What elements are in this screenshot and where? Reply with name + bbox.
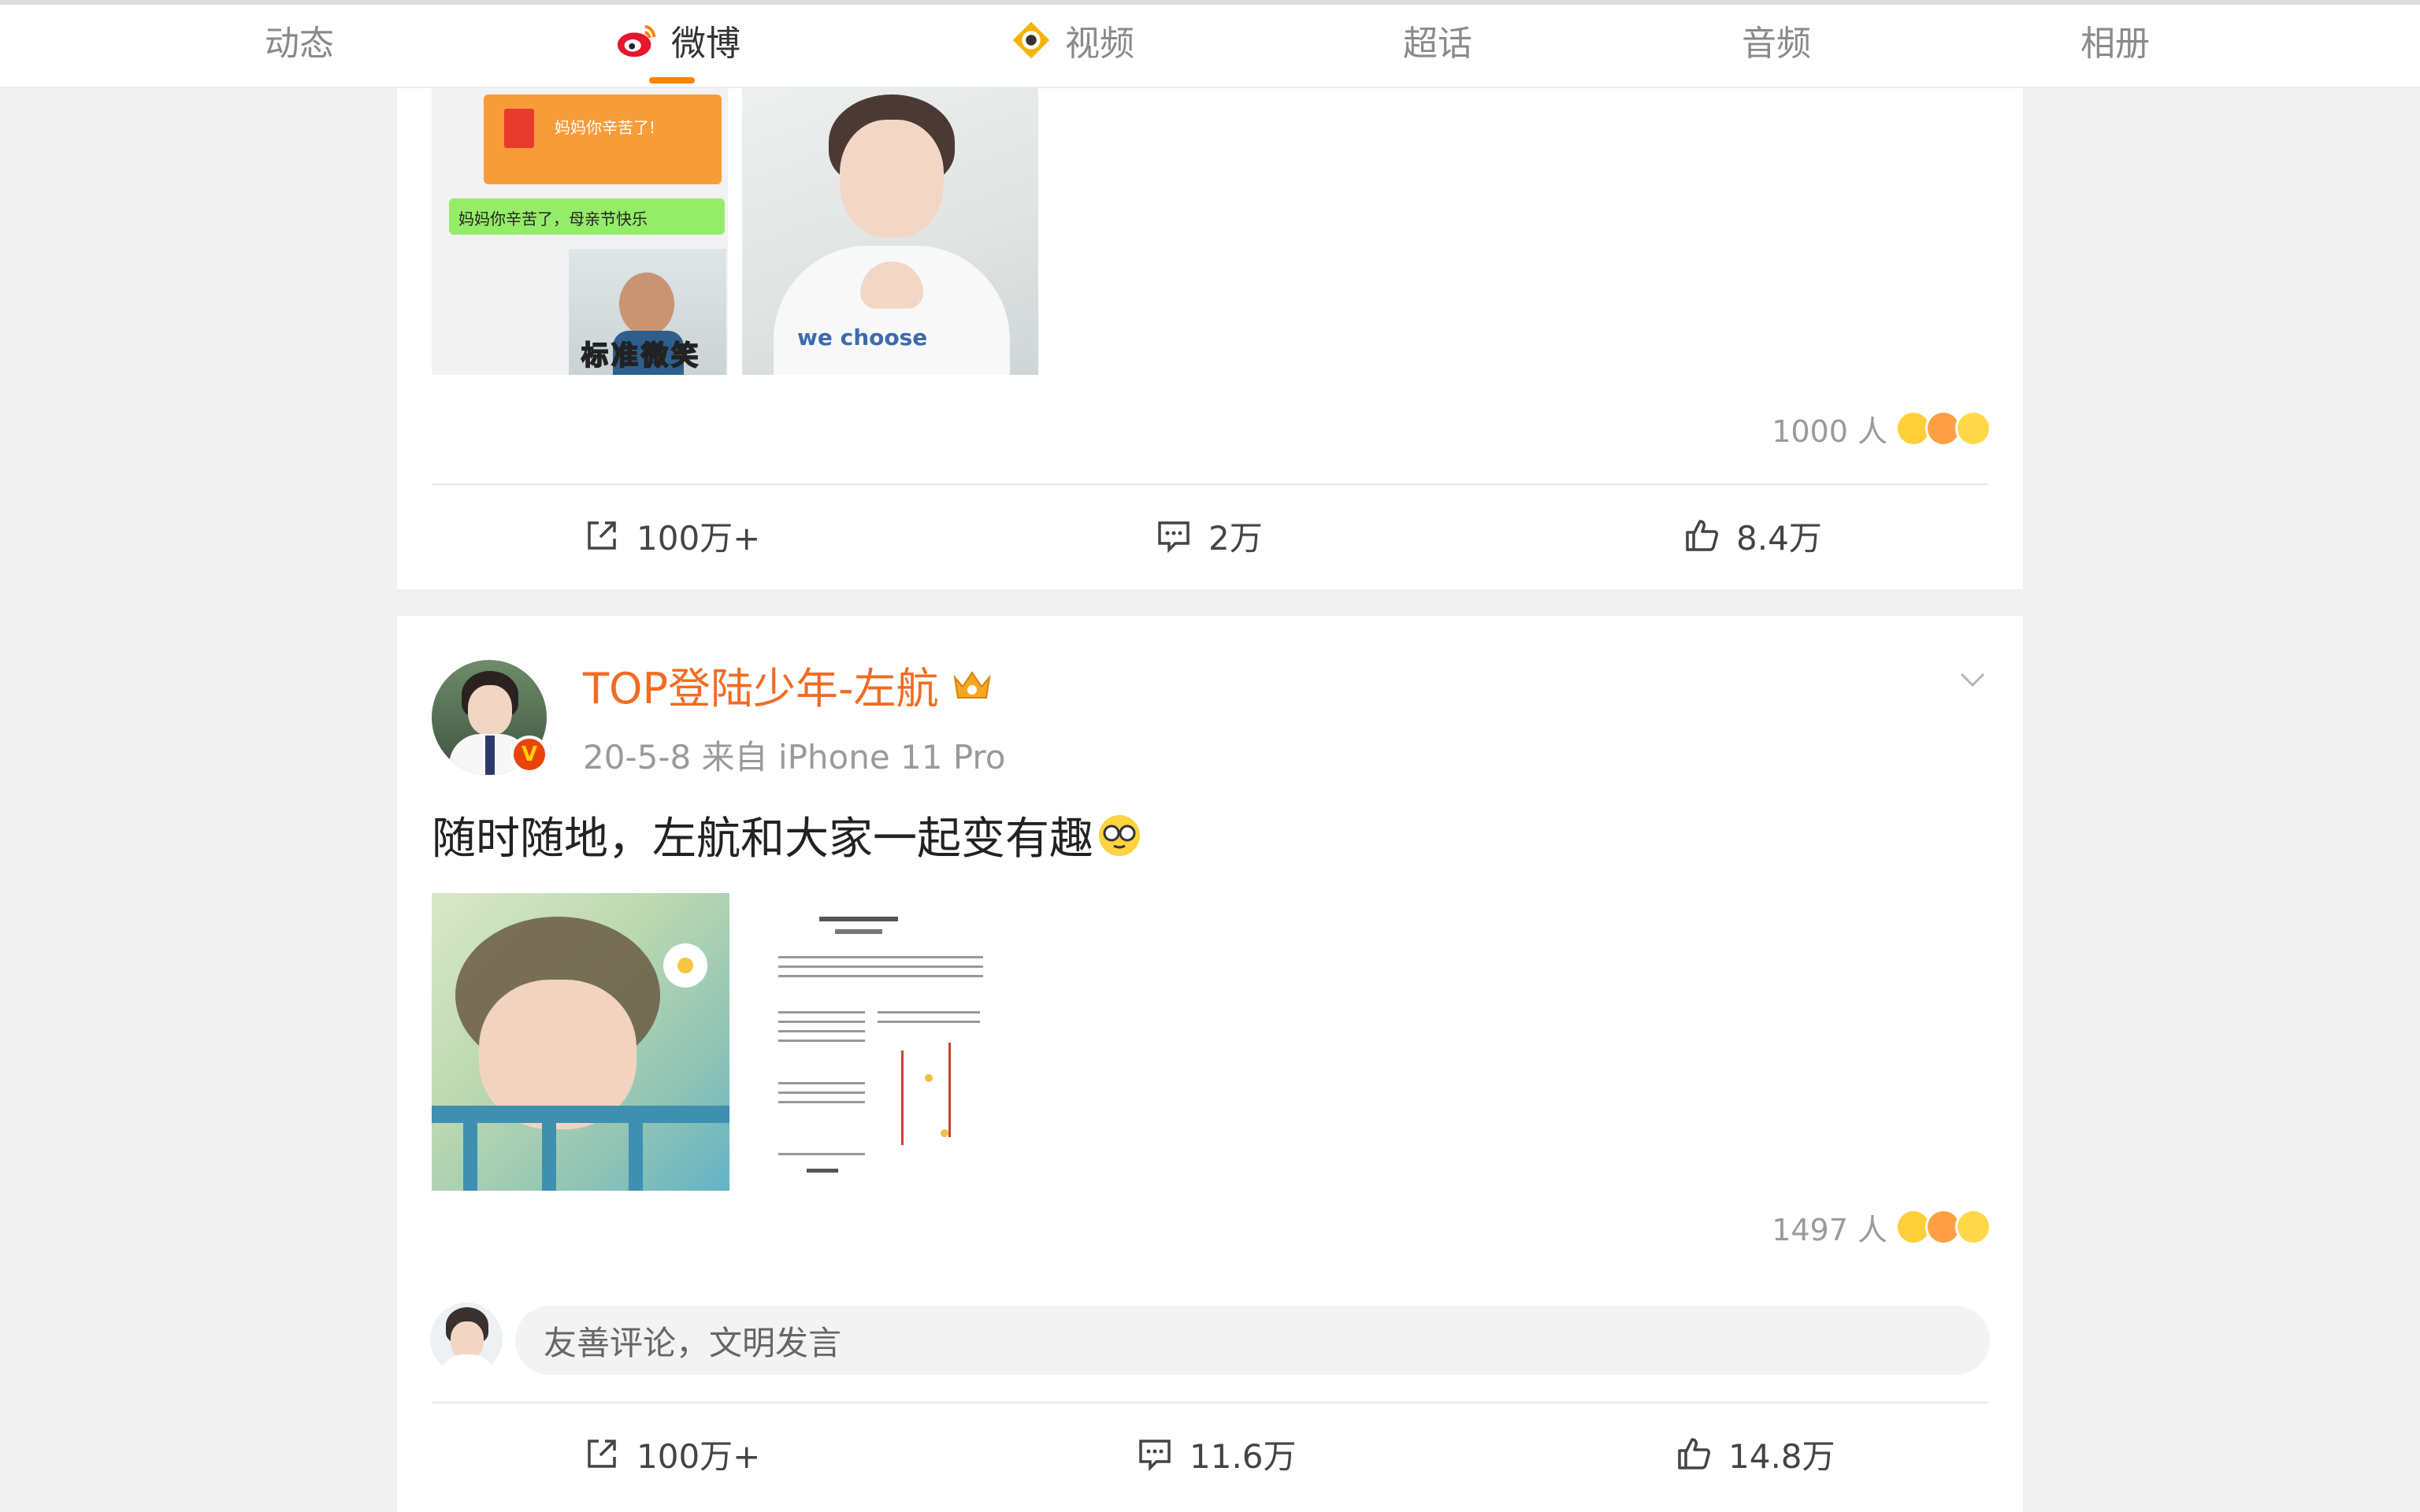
tab-label: 相册 xyxy=(2080,24,2150,64)
surprised-emoji-icon xyxy=(1955,1209,1991,1245)
image-caption: 标准微笑 xyxy=(581,339,701,372)
post-card-2: V TOP登陆少年-左航 20-5-8 来自 iPhone 11 Pro 随时随… xyxy=(397,616,2023,1512)
active-tab-indicator xyxy=(649,77,695,83)
repost-icon xyxy=(588,1440,616,1468)
post-meta: 20-5-8 来自 iPhone 11 Pro xyxy=(583,738,1006,776)
crown-badge-icon xyxy=(953,670,991,699)
thumbs-up-icon xyxy=(1678,1438,1710,1469)
comment-button[interactable]: 2万 xyxy=(1155,504,1263,567)
reaction-emojis xyxy=(1895,410,1991,447)
tab-label: 超话 xyxy=(1403,24,1472,64)
reaction-summary[interactable]: 1497 人 xyxy=(1772,1203,1991,1251)
green-chat-bubble: 妈妈你辛苦了，母亲节快乐 xyxy=(449,198,725,235)
username: TOP登陆少年-左航 xyxy=(583,664,939,713)
tab-super-topic[interactable]: 超话 xyxy=(1375,13,1501,68)
video-eye-icon xyxy=(1012,21,1050,59)
bubble-text: 妈妈你辛苦了! xyxy=(555,118,656,137)
tab-dynamic[interactable]: 动态 xyxy=(236,13,362,68)
top-tab-bar: 动态 微博 视频 超话 音频 相册 xyxy=(0,0,2420,88)
post-actions: 100万+ 2万 8.4万 xyxy=(397,504,2023,567)
repost-button[interactable]: 100万+ xyxy=(583,1422,760,1485)
like-button[interactable]: 14.8万 xyxy=(1675,1422,1835,1485)
divider xyxy=(432,1402,1988,1403)
comment-input[interactable]: 友善评论，文明发言 xyxy=(515,1306,1990,1375)
like-count: 14.8万 xyxy=(1728,1436,1835,1476)
tab-video[interactable]: 视频 xyxy=(1000,13,1142,68)
tab-label: 微博 xyxy=(671,24,740,64)
tab-label: 音频 xyxy=(1742,24,1811,64)
post-author[interactable]: TOP登陆少年-左航 xyxy=(583,654,994,716)
comment-placeholder: 友善评论，文明发言 xyxy=(544,1323,842,1362)
post-text: 随时随地，左航和大家一起变有趣 xyxy=(432,803,1142,867)
post-body: 随时随地，左航和大家一起变有趣 xyxy=(432,813,1093,865)
tab-label: 视频 xyxy=(1065,24,1134,64)
tab-album[interactable]: 相册 xyxy=(2052,13,2178,68)
post-card-1: 妈妈你辛苦了! 妈妈你辛苦了，母亲节快乐 标准微笑 we choose 1000… xyxy=(397,88,2023,589)
repost-count: 100万+ xyxy=(637,1436,761,1476)
reaction-summary[interactable]: 1000 人 xyxy=(1772,405,1991,452)
tab-audio[interactable]: 音频 xyxy=(1713,13,1839,68)
repost-button[interactable]: 100万+ xyxy=(583,504,760,567)
reaction-count: 1497 人 xyxy=(1772,1212,1887,1247)
red-packet-icon xyxy=(504,109,534,148)
comment-icon xyxy=(1139,1440,1171,1472)
handwritten-document-image[interactable] xyxy=(744,893,1041,1191)
comment-count: 2万 xyxy=(1208,518,1263,558)
reaction-emojis xyxy=(1895,1209,1991,1245)
reaction-count: 1000 人 xyxy=(1772,413,1887,449)
boy-flower-photo[interactable] xyxy=(432,893,729,1191)
like-button[interactable]: 8.4万 xyxy=(1683,504,1822,567)
divider xyxy=(432,484,1988,485)
comment-count: 11.6万 xyxy=(1190,1436,1297,1476)
repost-icon xyxy=(588,521,616,550)
chevron-down-icon[interactable] xyxy=(1957,663,1988,695)
like-count: 8.4万 xyxy=(1736,518,1822,558)
comment-button[interactable]: 11.6万 xyxy=(1136,1422,1297,1485)
tab-label: 动态 xyxy=(265,24,334,64)
repost-count: 100万+ xyxy=(637,518,761,558)
red-packet-bubble: 妈妈你辛苦了! xyxy=(484,94,722,184)
verified-badge-icon: V xyxy=(510,736,548,773)
current-user-avatar[interactable] xyxy=(430,1303,503,1375)
comment-icon xyxy=(1158,521,1190,554)
bubble-text: 妈妈你辛苦了，母亲节快乐 xyxy=(458,209,648,228)
thumbs-up-icon xyxy=(1686,520,1718,551)
chat-screenshot-image[interactable]: 妈妈你辛苦了! 妈妈你辛苦了，母亲节快乐 标准微笑 xyxy=(432,88,728,375)
nerd-emoji-icon xyxy=(1099,814,1140,856)
boy-heart-hands-image[interactable]: we choose xyxy=(742,88,1038,375)
weibo-logo-icon xyxy=(617,24,656,57)
surprised-emoji-icon xyxy=(1955,410,1991,447)
tab-weibo[interactable]: 微博 xyxy=(599,13,756,68)
post-actions: 100万+ 11.6万 14.8万 xyxy=(397,1422,2023,1485)
